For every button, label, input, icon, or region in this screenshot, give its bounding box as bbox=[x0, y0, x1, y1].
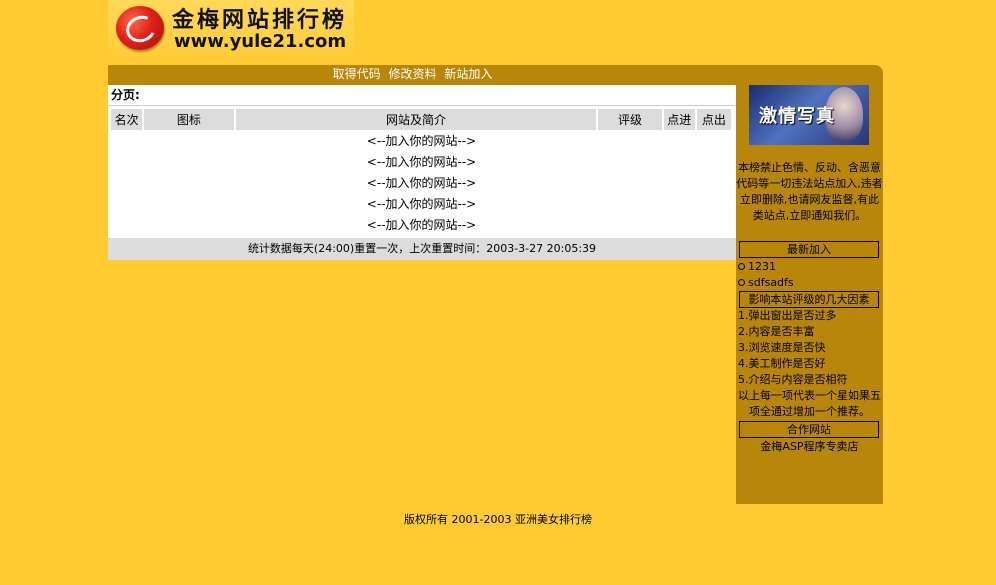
table-row: <--加入你的网站--> bbox=[111, 214, 732, 235]
col-rating: 评级 bbox=[597, 109, 664, 130]
add-site-link[interactable]: <--加入你的网站--> bbox=[367, 176, 476, 190]
col-icon: 图标 bbox=[143, 109, 236, 130]
table-row: <--加入你的网站--> bbox=[111, 151, 732, 172]
ranking-panel: 分页: 名次 图标 网站及简介 评级 点进 点出 <--加入你的网站--> <-… bbox=[108, 85, 736, 260]
add-site-link[interactable]: <--加入你的网站--> bbox=[367, 218, 476, 232]
nav-link-get-code[interactable]: 取得代码 bbox=[333, 67, 381, 81]
partner-link[interactable]: 金梅ASP程序专卖店 bbox=[736, 438, 883, 454]
policy-notice: 本榜禁止色情、反动、含恶意代码等一切违法站点加入,违者立即删除,也请网友监督,有… bbox=[736, 161, 883, 222]
nav-link-join[interactable]: 新站加入 bbox=[444, 67, 492, 81]
site-logo[interactable]: 金梅网站排行榜 www.yule21.com bbox=[108, 0, 354, 64]
latest-item-label: sdfsadfs bbox=[748, 276, 794, 289]
pager-label: 分页: bbox=[111, 88, 140, 102]
col-in: 点进 bbox=[662, 109, 697, 130]
ad-banner-text: 激情写真 bbox=[759, 106, 835, 127]
factor-item: 2.内容是否丰富 bbox=[738, 325, 815, 338]
factors-note: 以上每一项代表一个星如果五项全通过增加一个推荐。 bbox=[738, 389, 881, 418]
nav-bar: 取得代码 修改资料 新站加入 bbox=[108, 65, 883, 85]
add-site-link[interactable]: <--加入你的网站--> bbox=[367, 134, 476, 148]
col-out: 点出 bbox=[695, 109, 734, 130]
sidebar: 激情写真 本榜禁止色情、反动、含恶意代码等一切违法站点加入,违者立即删除,也请网… bbox=[736, 85, 883, 504]
add-site-link[interactable]: <--加入你的网站--> bbox=[367, 197, 476, 211]
partners-header: 合作网站 bbox=[739, 421, 879, 438]
col-site: 网站及简介 bbox=[234, 109, 599, 130]
site-url: www.yule21.com bbox=[174, 31, 347, 52]
factor-item: 3.浏览速度是否快 bbox=[738, 341, 826, 354]
factor-item: 4.美工制作是否好 bbox=[738, 357, 826, 370]
site-title: 金梅网站排行榜 bbox=[172, 7, 348, 33]
col-rank: 名次 bbox=[111, 109, 145, 130]
nav-link-edit-info[interactable]: 修改资料 bbox=[388, 67, 436, 81]
bullet-icon bbox=[738, 262, 745, 270]
latest-item[interactable]: sdfsadfs bbox=[738, 275, 794, 290]
stats-bar: 统计数据每天(24:00)重置一次，上次重置时间：2003-3-27 20:05… bbox=[108, 238, 736, 260]
latest-item[interactable]: 1231 bbox=[738, 259, 776, 274]
footer-copyright: 版权所有 2001-2003 亚洲美女排行榜 bbox=[404, 513, 592, 526]
table-row: <--加入你的网站--> bbox=[111, 193, 732, 214]
ad-banner[interactable]: 激情写真 bbox=[749, 85, 869, 145]
factors-header: 影响本站评级的几大因素 bbox=[739, 291, 879, 308]
add-site-link[interactable]: <--加入你的网站--> bbox=[367, 155, 476, 169]
ranking-table: 名次 图标 网站及简介 评级 点进 点出 <--加入你的网站--> <--加入你… bbox=[111, 109, 734, 235]
bullet-icon bbox=[738, 278, 745, 286]
pager: 分页: bbox=[108, 85, 736, 106]
table-row: <--加入你的网站--> bbox=[111, 130, 732, 151]
logo-e-icon bbox=[116, 6, 164, 50]
table-row: <--加入你的网站--> bbox=[111, 172, 732, 193]
table-header-row: 名次 图标 网站及简介 评级 点进 点出 bbox=[111, 109, 734, 130]
latest-header: 最新加入 bbox=[739, 241, 879, 258]
factor-item: 5.介绍与内容是否相符 bbox=[738, 373, 848, 386]
factor-item: 1.弹出窗出是否过多 bbox=[738, 309, 837, 322]
latest-item-label: 1231 bbox=[748, 260, 776, 273]
